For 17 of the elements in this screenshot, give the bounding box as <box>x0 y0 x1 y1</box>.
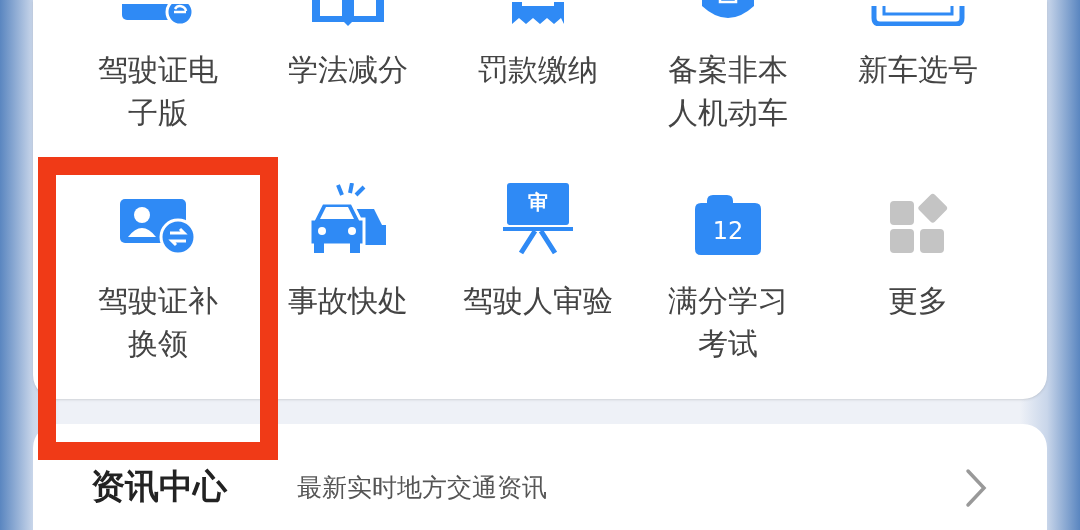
car-icon <box>870 6 966 26</box>
service-label[interactable]: 驾驶人审验 <box>448 279 628 322</box>
icon-label: 审 <box>528 190 548 214</box>
service-label[interactable]: 学法减分 <box>258 48 438 91</box>
service-label[interactable]: 驾驶证电子版 <box>94 48 222 134</box>
icon-label: 12 <box>712 217 744 245</box>
section-subtitle: 最新实时地方交通资讯 <box>297 472 547 504</box>
service-label[interactable]: 罚款缴纳 <box>448 48 628 91</box>
service-label[interactable]: 更多 <box>828 279 1008 322</box>
service-label[interactable]: 满分学习考试 <box>664 279 792 365</box>
service-label[interactable]: 新车选号 <box>828 48 1008 91</box>
news-card[interactable]: 资讯中心 最新实时地方交通资讯 <box>33 424 1047 530</box>
section-title: 资讯中心 <box>91 466 229 506</box>
chevron-right-icon <box>965 468 987 508</box>
service-label[interactable]: 备案非本人机动车 <box>664 48 792 134</box>
service-label[interactable]: 驾驶证补换领 <box>94 279 222 365</box>
service-label[interactable]: 事故快处 <box>258 279 438 322</box>
